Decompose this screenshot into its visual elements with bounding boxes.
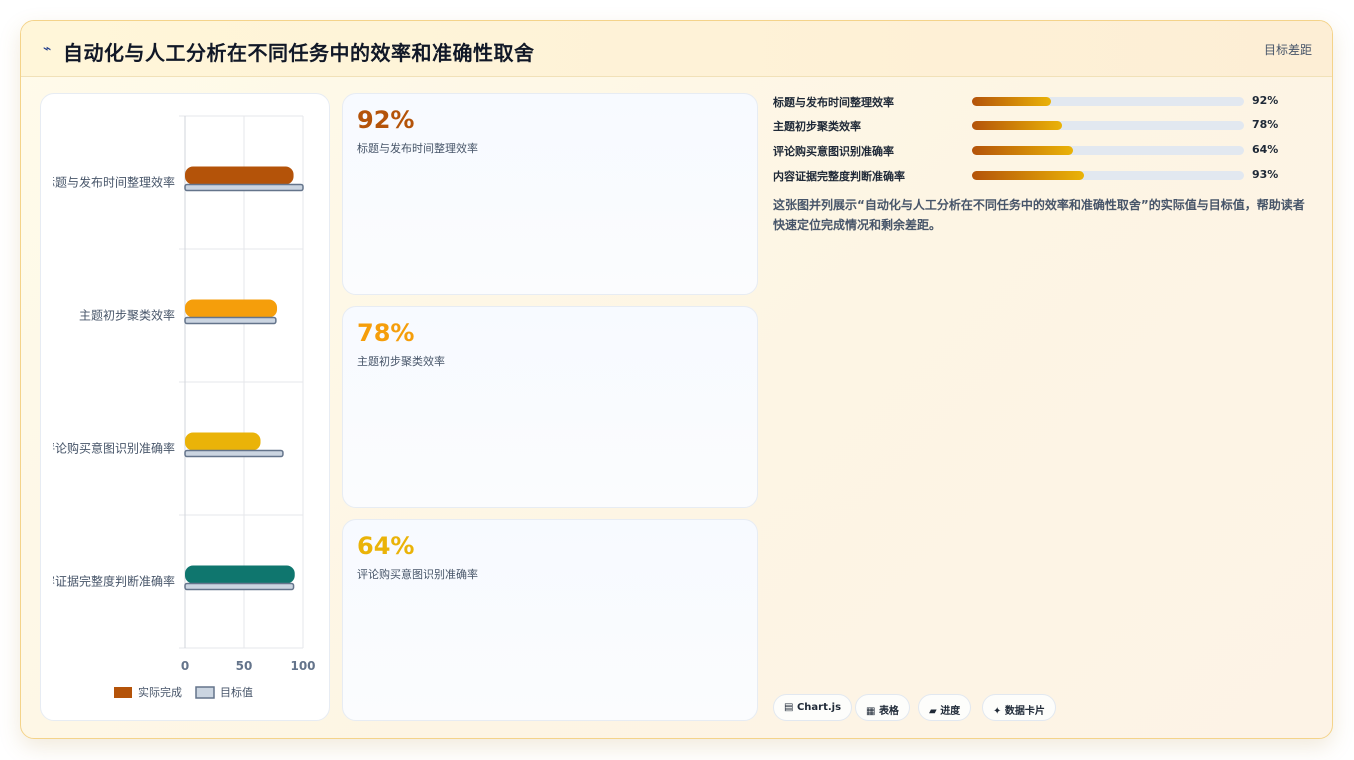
progress-track — [972, 121, 1244, 130]
progress-track — [972, 171, 1244, 180]
dashboard-frame: ⌁ 自动化与人工分析在不同任务中的效率和准确性取舍 目标差距 标题与发布时间整理… — [20, 20, 1333, 739]
bar-chart-card: 标题与发布时间整理效率主题初步聚类效率评论购买意图识别准确率 内容证据完整度判断准… — [40, 93, 330, 721]
chip-progress[interactable]: ▰ 进度 — [918, 694, 972, 721]
chip-label: 表格 — [878, 706, 899, 717]
progress-track — [972, 146, 1244, 155]
table-icon: ▦ — [866, 706, 876, 717]
kpi-label: 评论购买意图识别准确率 — [357, 568, 478, 581]
chip-label: Chart.js — [796, 702, 842, 713]
progress-row: 评论购买意图识别准确率 64% — [773, 143, 1293, 158]
progress-fill — [972, 97, 1051, 106]
legend-swatch-actual — [114, 687, 132, 698]
legend-label: 实际完成 — [138, 685, 182, 699]
kpi-value: 64% — [357, 532, 415, 560]
target-gap-badge: 目标差距 — [1263, 43, 1312, 57]
chip-table[interactable]: ▦ 表格 — [855, 694, 910, 721]
chip-chartjs[interactable]: ▤ Chart.js — [773, 694, 853, 721]
progress-track — [972, 97, 1244, 106]
chip-label: 进度 — [940, 706, 961, 717]
y-tick-label: 评论购买意图识别准确率 — [43, 441, 175, 456]
bar-target — [184, 449, 284, 458]
legend-label: 目标值 — [220, 685, 253, 699]
page-title: 自动化与人工分析在不同任务中的效率和准确性取舍 — [63, 41, 535, 65]
y-tick-label: 主题初步聚类效率 — [79, 308, 175, 323]
progress-row: 标题与发布时间整理效率 92% — [773, 94, 1293, 109]
chart-icon: ▤ — [784, 702, 794, 713]
kpi-card: 92% 标题与发布时间整理效率 — [342, 93, 758, 295]
bar-target — [184, 582, 295, 591]
kpi-label: 主题初步聚类效率 — [357, 355, 445, 368]
y-tick-label: 内容证据完整度判断准确率 — [41, 574, 175, 589]
legend-swatch-target — [195, 686, 215, 699]
bar-actual — [185, 166, 294, 185]
y-tick-label: 标题与发布时间整理效率 — [43, 175, 175, 190]
progress-label: 评论购买意图识别准确率 — [773, 145, 894, 158]
progress-row: 内容证据完整度判断准确率 93% — [773, 168, 1293, 183]
chip-label: 数据卡片 — [1004, 706, 1045, 717]
progress-label: 内容证据完整度判断准确率 — [773, 170, 905, 183]
progress-value: 92% — [1252, 94, 1279, 107]
progress-value: 93% — [1252, 168, 1279, 181]
progress-fill — [972, 146, 1073, 155]
bar-target — [184, 183, 304, 192]
bar-target — [184, 316, 277, 325]
chip-data-card[interactable]: ✦ 数据卡片 — [982, 694, 1056, 721]
kpi-card: 64% 评论购买意图识别准确率 — [342, 519, 758, 721]
chart-line-icon: ⌁ — [43, 41, 52, 57]
x-tick-label: 0 — [181, 659, 189, 673]
kpi-value: 78% — [357, 319, 415, 347]
bar-actual — [185, 299, 278, 318]
x-tick-label: 100 — [290, 659, 315, 673]
kpi-label: 标题与发布时间整理效率 — [357, 142, 478, 155]
bar-actual — [185, 432, 261, 451]
progress-fill — [972, 121, 1062, 130]
progress-value: 64% — [1252, 143, 1279, 156]
progress-fill — [972, 171, 1084, 180]
progress-label: 标题与发布时间整理效率 — [773, 96, 894, 109]
bar-actual — [185, 565, 295, 584]
progress-value: 78% — [1252, 118, 1279, 131]
progress-label: 主题初步聚类效率 — [773, 120, 861, 133]
chart-description: 这张图并列展示“自动化与人工分析在不同任务中的效率和准确性取舍”的实际值与目标值… — [773, 198, 1305, 232]
kpi-card: 78% 主题初步聚类效率 — [342, 306, 758, 508]
x-tick-label: 50 — [236, 659, 253, 673]
header: ⌁ 自动化与人工分析在不同任务中的效率和准确性取舍 目标差距 — [21, 21, 1332, 77]
kpi-value: 92% — [357, 106, 415, 134]
bar-chart: 标题与发布时间整理效率主题初步聚类效率评论购买意图识别准确率内容证据完整度判断准… — [41, 115, 316, 699]
sparkle-icon: ✦ — [993, 706, 1002, 717]
progress-icon: ▰ — [929, 706, 937, 717]
progress-row: 主题初步聚类效率 78% — [773, 118, 1293, 133]
